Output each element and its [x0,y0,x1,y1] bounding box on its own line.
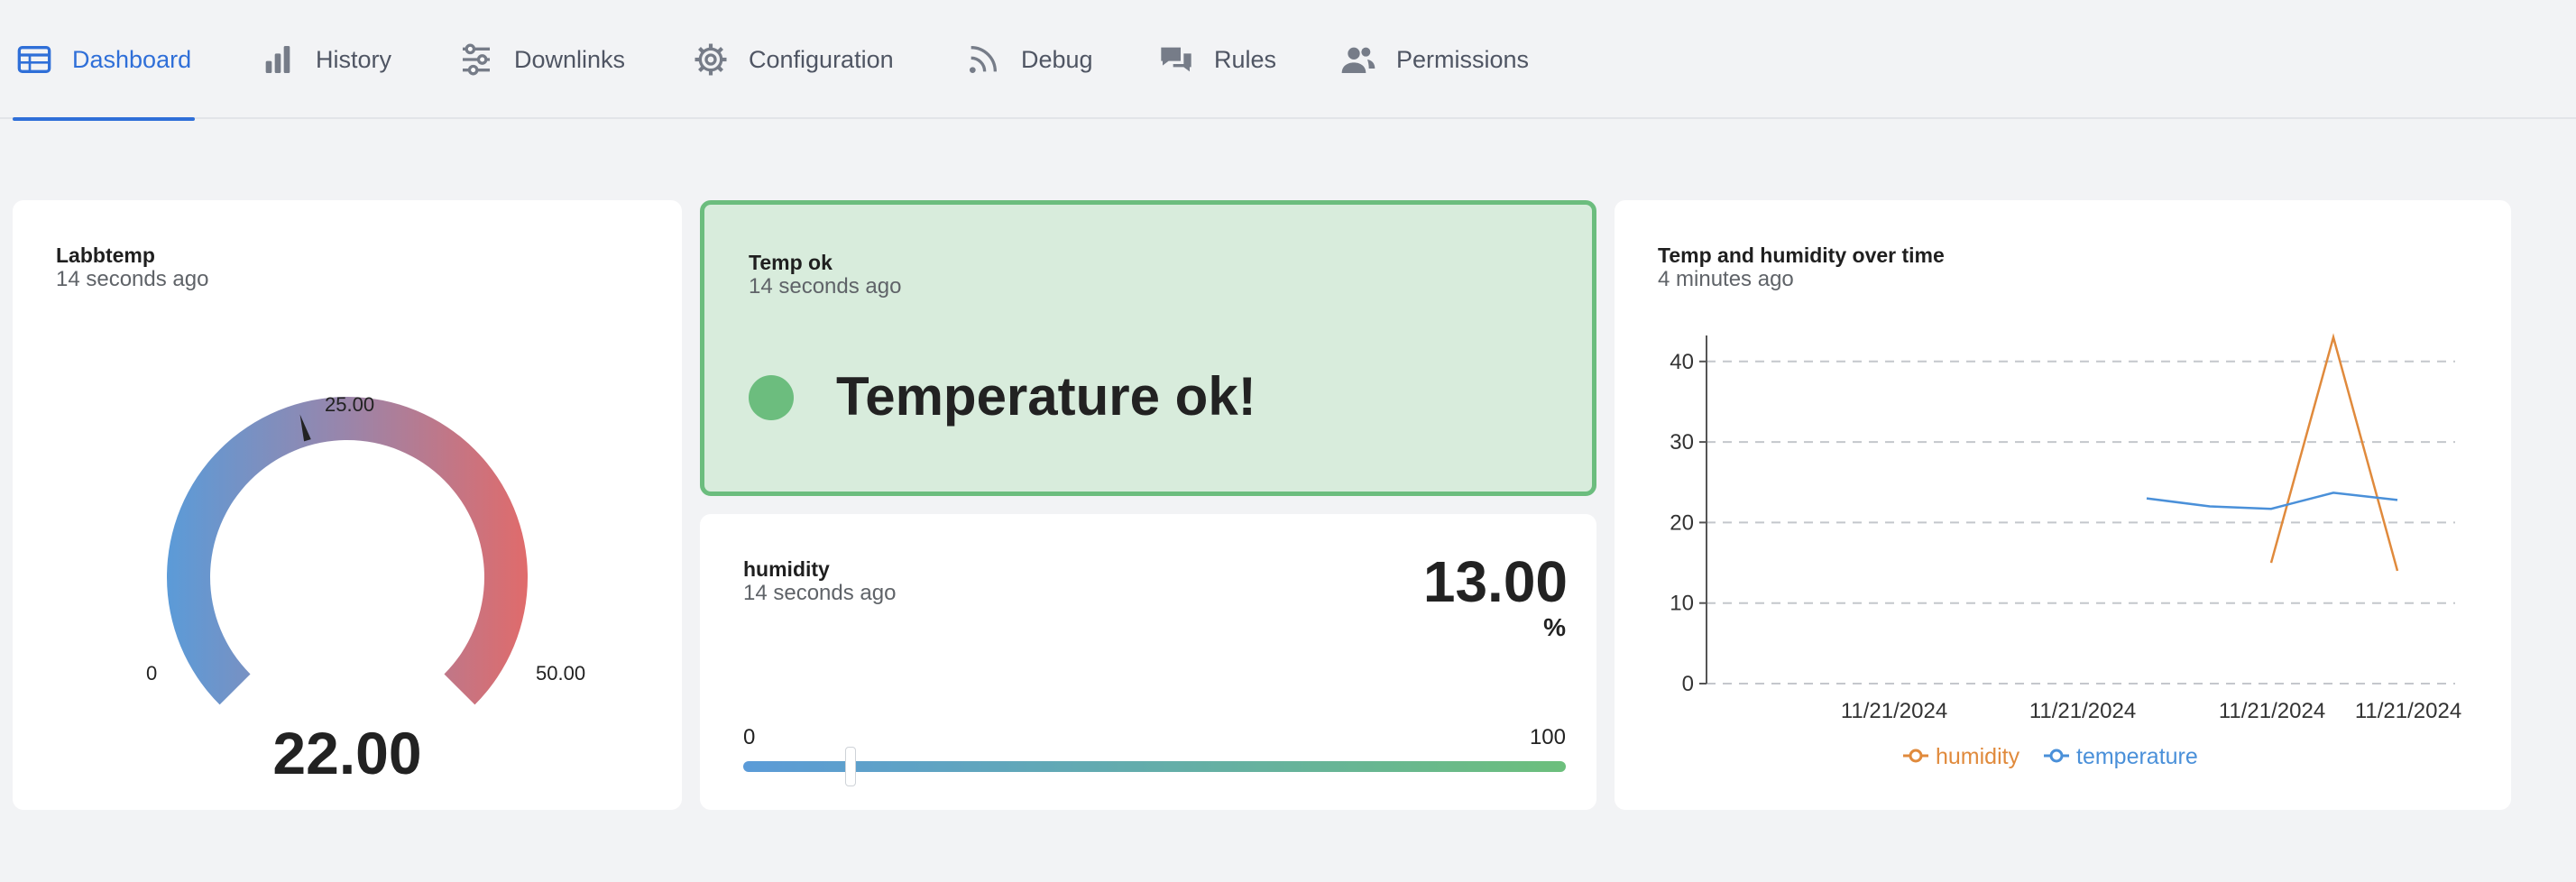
tab-label: Rules [1214,45,1277,73]
gear-icon [695,43,727,76]
legend-swatch-marker [2049,749,2064,763]
tab-label: Debug [1021,45,1093,73]
humidity-title: humidity [743,557,830,581]
table-icon [17,46,51,73]
series-line-temperature [2146,492,2398,510]
status-timestamp: 14 seconds ago [749,274,902,299]
humidity-max-label: 100 [1529,725,1566,749]
tab-label: History [316,45,392,73]
gauge-value: 22.00 [272,720,421,786]
bar-chart-icon [265,46,290,73]
gauge-min-label: 0 [146,662,158,684]
humidity-unit: % [1543,613,1566,641]
tab-label: Downlinks [514,45,626,73]
y-tick-label: 30 [1670,430,1694,455]
humidity-card: humidity 14 seconds ago 13.00 % 0 100 [700,514,1596,810]
y-tick-label: 0 [1682,672,1694,696]
tab-label: Dashboard [72,45,192,73]
tab-bar: Dashboard History Downlinks Configuratio… [0,0,2576,121]
humidity-slider-thumb[interactable] [844,747,856,786]
tab-dashboard[interactable]: Dashboard [12,0,196,121]
tab-label: Permissions [1396,45,1530,73]
status-message: Temperature ok! [836,366,1256,427]
humidity-min-label: 0 [743,725,756,749]
tab-permissions[interactable]: Permissions [1340,0,1529,119]
tab-label: Configuration [749,45,894,73]
y-tick-label: 20 [1670,510,1694,535]
status-card: Temp ok 14 seconds ago Temperature ok! [700,200,1596,496]
users-icon [1341,47,1375,73]
tab-debug[interactable]: Debug [965,0,1093,119]
chat-bubbles-icon [1161,47,1191,72]
legend-label: temperature [2076,744,2198,769]
x-tick-label: 11/21/2024 [2219,699,2325,723]
status-title: Temp ok [749,251,833,274]
tab-history[interactable]: History [260,0,391,119]
gauge-arc [167,397,528,705]
y-tick-label: 40 [1670,350,1694,374]
humidity-timestamp: 14 seconds ago [743,581,897,605]
y-tick-label: 10 [1670,592,1694,616]
chart-card: Temp and humidity over time 4 minutes ag… [1615,200,2511,810]
tab-downlinks[interactable]: Downlinks [458,0,625,119]
x-tick-label: 11/21/2024 [2029,699,2136,723]
series-line-humidity [2269,333,2399,572]
x-tick-label: 11/21/2024 [1841,699,1947,723]
tab-rules[interactable]: Rules [1158,0,1276,119]
humidity-slider-track [743,761,1566,772]
legend-label: humidity [1936,744,2020,769]
line-chart: 0 10 20 30 40 11/21/2024 11/21/2024 11/21/2024 1… [1670,333,2461,769]
humidity-value: 13.00 [1422,549,1568,614]
tab-configuration[interactable]: Configuration [693,0,894,119]
sliders-icon [463,43,490,76]
gauge-card: Labbtemp 14 seconds ago 22.00 0 25.00 50… [13,200,682,810]
gauge-mid-label: 25.00 [325,393,375,416]
gauge-chart: 22.00 [167,397,528,786]
x-tick-label: 11/21/2024 [2355,699,2461,723]
status-indicator [749,375,794,420]
legend-swatch-marker [1909,749,1923,763]
gauge-max-label: 50.00 [536,662,586,684]
rss-icon [970,46,997,73]
